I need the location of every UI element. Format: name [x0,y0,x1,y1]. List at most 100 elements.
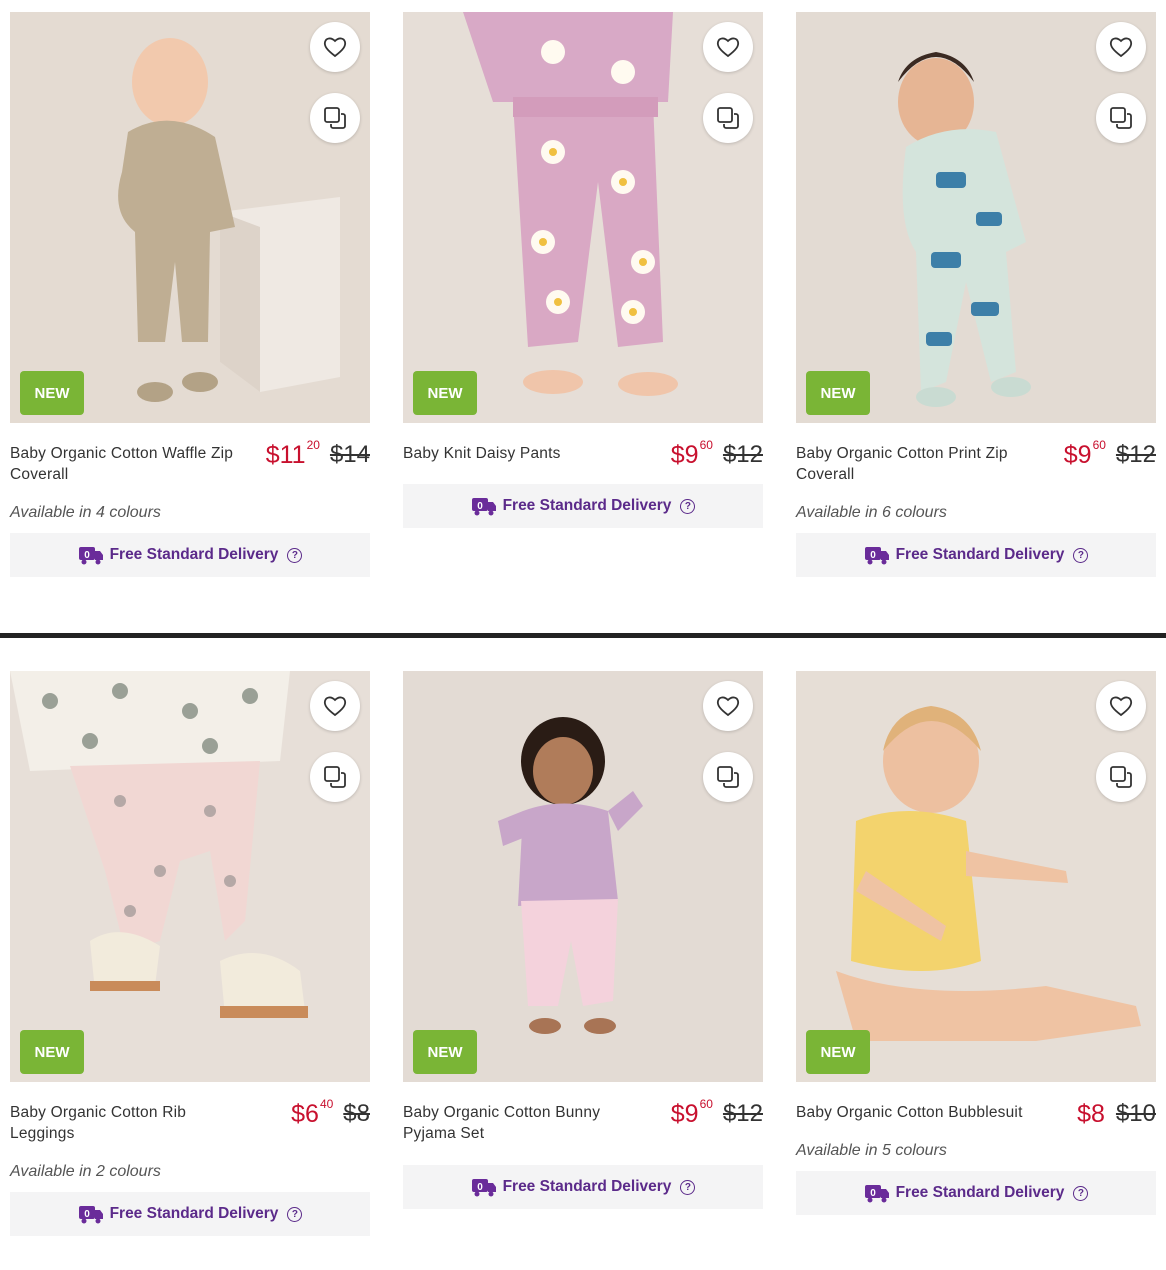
help-circle-icon[interactable]: ? [680,498,696,514]
delivery-truck-icon: 0 [864,1185,889,1203]
free-delivery-banner[interactable]: 0 Free Standard Delivery ? [10,1192,370,1236]
new-badge: NEW [413,371,477,415]
was-price: $10 [1115,1100,1156,1127]
product-photo [796,12,1156,423]
was-price: $14 [329,441,370,468]
heart-icon [1109,37,1133,58]
compare-button[interactable] [310,93,360,143]
product-card[interactable]: NEW Baby Organic Cotton Waffle Zip Cover… [10,12,370,577]
new-badge: NEW [20,1030,84,1074]
product-name[interactable]: Baby Organic Cotton Print Zip Coverall [796,443,1026,485]
product-image[interactable]: NEW [403,671,763,1082]
product-image[interactable]: NEW [403,12,763,423]
current-price: $8 [1077,1099,1106,1129]
help-circle-icon[interactable]: ? [287,547,303,563]
product-photo [403,671,763,1082]
current-price: $960 [671,438,713,470]
product-name[interactable]: Baby Organic Cotton Waffle Zip Coverall [10,443,240,485]
wishlist-button[interactable] [1096,22,1146,72]
was-price: $8 [343,1100,370,1127]
product-name[interactable]: Baby Knit Daisy Pants [403,443,633,464]
wishlist-button[interactable] [310,22,360,72]
product-photo [403,12,763,423]
product-name[interactable]: Baby Organic Cotton Bubblesuit [796,1102,1056,1123]
compare-button[interactable] [1096,93,1146,143]
free-delivery-banner[interactable]: 0 Free Standard Delivery ? [10,533,370,577]
compare-icon [717,107,739,129]
compare-icon [1110,766,1132,788]
help-circle-icon[interactable]: ? [287,1206,303,1222]
delivery-truck-icon: 0 [78,1206,103,1224]
price-cents: 60 [1092,438,1106,452]
delivery-label: Free Standard Delivery [109,546,279,563]
product-card[interactable]: NEW Baby Knit Daisy Pants $960 $12 0 Fre… [403,12,763,528]
product-image[interactable]: NEW [10,12,370,423]
price: $960 $12 [1063,438,1156,470]
product-card[interactable]: NEW Baby Organic Cotton Rib Leggings $64… [10,671,370,1236]
product-image[interactable]: NEW [796,12,1156,423]
wishlist-button[interactable] [1096,681,1146,731]
availability-text: Available in 2 colours [10,1163,161,1180]
delivery-truck-icon: 0 [78,547,103,565]
price-cents: 20 [306,438,320,452]
product-card[interactable]: NEW Baby Organic Cotton Bunny Pyjama Set… [403,671,763,1209]
current-price: $1120 [266,438,320,470]
price-dollars: $9 [1063,441,1092,469]
svg-text:0: 0 [870,550,876,561]
svg-text:0: 0 [84,1209,90,1220]
free-delivery-banner[interactable]: 0 Free Standard Delivery ? [403,1165,763,1209]
compare-icon [1110,107,1132,129]
heart-icon [323,696,347,717]
wishlist-button[interactable] [703,681,753,731]
svg-text:0: 0 [870,1188,876,1199]
was-price: $12 [1115,441,1156,468]
heart-icon [716,37,740,58]
product-card[interactable]: NEW Baby Organic Cotton Print Zip Covera… [796,12,1156,577]
heart-icon [716,696,740,717]
compare-button[interactable] [310,752,360,802]
product-name[interactable]: Baby Organic Cotton Bunny Pyjama Set [403,1102,633,1144]
new-badge: NEW [20,371,84,415]
delivery-label: Free Standard Delivery [109,1205,279,1222]
compare-icon [324,766,346,788]
compare-icon [717,766,739,788]
price-cents: 60 [699,1097,713,1111]
wishlist-button[interactable] [703,22,753,72]
wishlist-button[interactable] [310,681,360,731]
free-delivery-banner[interactable]: 0 Free Standard Delivery ? [403,484,763,528]
free-delivery-banner[interactable]: 0 Free Standard Delivery ? [796,533,1156,577]
help-circle-icon[interactable]: ? [1073,1185,1089,1201]
compare-button[interactable] [1096,752,1146,802]
delivery-label: Free Standard Delivery [502,497,672,514]
product-photo [796,671,1156,1082]
delivery-truck-icon: 0 [471,1179,496,1197]
help-circle-icon[interactable]: ? [680,1179,696,1195]
availability-text: Available in 6 colours [796,504,947,521]
product-name[interactable]: Baby Organic Cotton Rib Leggings [10,1102,240,1144]
help-circle-icon[interactable]: ? [1073,547,1089,563]
product-image[interactable]: NEW [796,671,1156,1082]
was-price: $12 [722,441,763,468]
free-delivery-banner[interactable]: 0 Free Standard Delivery ? [796,1171,1156,1215]
product-card[interactable]: NEW Baby Organic Cotton Bubblesuit $8 $1… [796,671,1156,1215]
svg-text:0: 0 [477,1182,483,1193]
price-dollars: $8 [1077,1100,1105,1128]
svg-text:0: 0 [477,501,483,512]
compare-button[interactable] [703,752,753,802]
svg-text:0: 0 [84,550,90,561]
heart-icon [1109,696,1133,717]
heart-icon [323,37,347,58]
current-price: $960 [1063,438,1106,470]
product-photo [10,671,370,1082]
product-photo [10,12,370,423]
price: $960 $12 [670,1097,763,1129]
compare-button[interactable] [703,93,753,143]
delivery-label: Free Standard Delivery [502,1178,672,1195]
price-cents: 60 [699,438,713,452]
section-divider [0,633,1166,638]
product-image[interactable]: NEW [10,671,370,1082]
price-dollars: $9 [670,1100,699,1128]
delivery-truck-icon: 0 [471,498,496,516]
delivery-label: Free Standard Delivery [895,1184,1065,1201]
new-badge: NEW [413,1030,477,1074]
